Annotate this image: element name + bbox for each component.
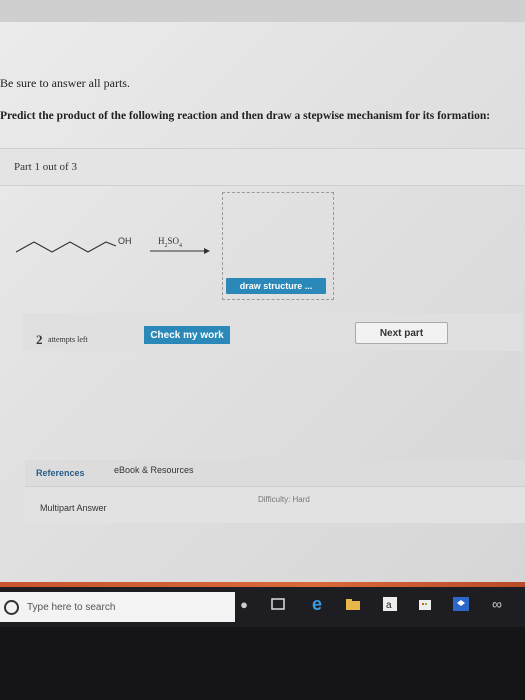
question-text: Predict the product of the following rea… (0, 110, 491, 122)
task-view-icon[interactable] (270, 593, 286, 615)
search-placeholder: Type here to search (27, 601, 116, 613)
store-icon[interactable] (417, 593, 433, 615)
part-label: Part 1 out of 3 (14, 161, 77, 173)
browser-content: Be sure to answer all parts. Predict the… (0, 0, 525, 585)
tab-ebook-resources[interactable]: eBook & Resources (114, 465, 194, 475)
taskbar-search-input[interactable]: Type here to search (0, 592, 235, 622)
hydroxyl-label: OH (118, 236, 132, 246)
bezel (0, 627, 525, 700)
dropbox-icon[interactable] (452, 593, 470, 615)
instruction-text: Be sure to answer all parts. (0, 76, 130, 90)
difficulty-label: Difficulty: Hard (258, 495, 310, 504)
cortana-icon[interactable] (4, 599, 19, 615)
tab-references[interactable]: References (36, 468, 85, 478)
infinity-icon[interactable]: ∞ (488, 593, 506, 615)
svg-text:a: a (386, 600, 392, 611)
attempts-text: attempts left (48, 335, 88, 344)
references-bar (25, 460, 525, 486)
top-strip (0, 0, 525, 22)
reactant-structure (15, 241, 117, 253)
edge-icon[interactable]: e (308, 593, 326, 615)
reaction-arrow (150, 248, 210, 254)
part-header: Part 1 out of 3 (0, 148, 525, 186)
microphone-icon[interactable]: ● (238, 593, 250, 615)
file-explorer-icon[interactable] (344, 593, 362, 615)
attempts-count: 2 (36, 332, 43, 347)
amazon-icon[interactable]: a (383, 593, 397, 615)
draw-structure-button[interactable]: draw structure ... (226, 278, 326, 294)
multipart-answer-label: Multipart Answer (40, 503, 107, 513)
next-part-button[interactable]: Next part (355, 322, 448, 344)
check-my-work-button[interactable]: Check my work (144, 326, 230, 344)
